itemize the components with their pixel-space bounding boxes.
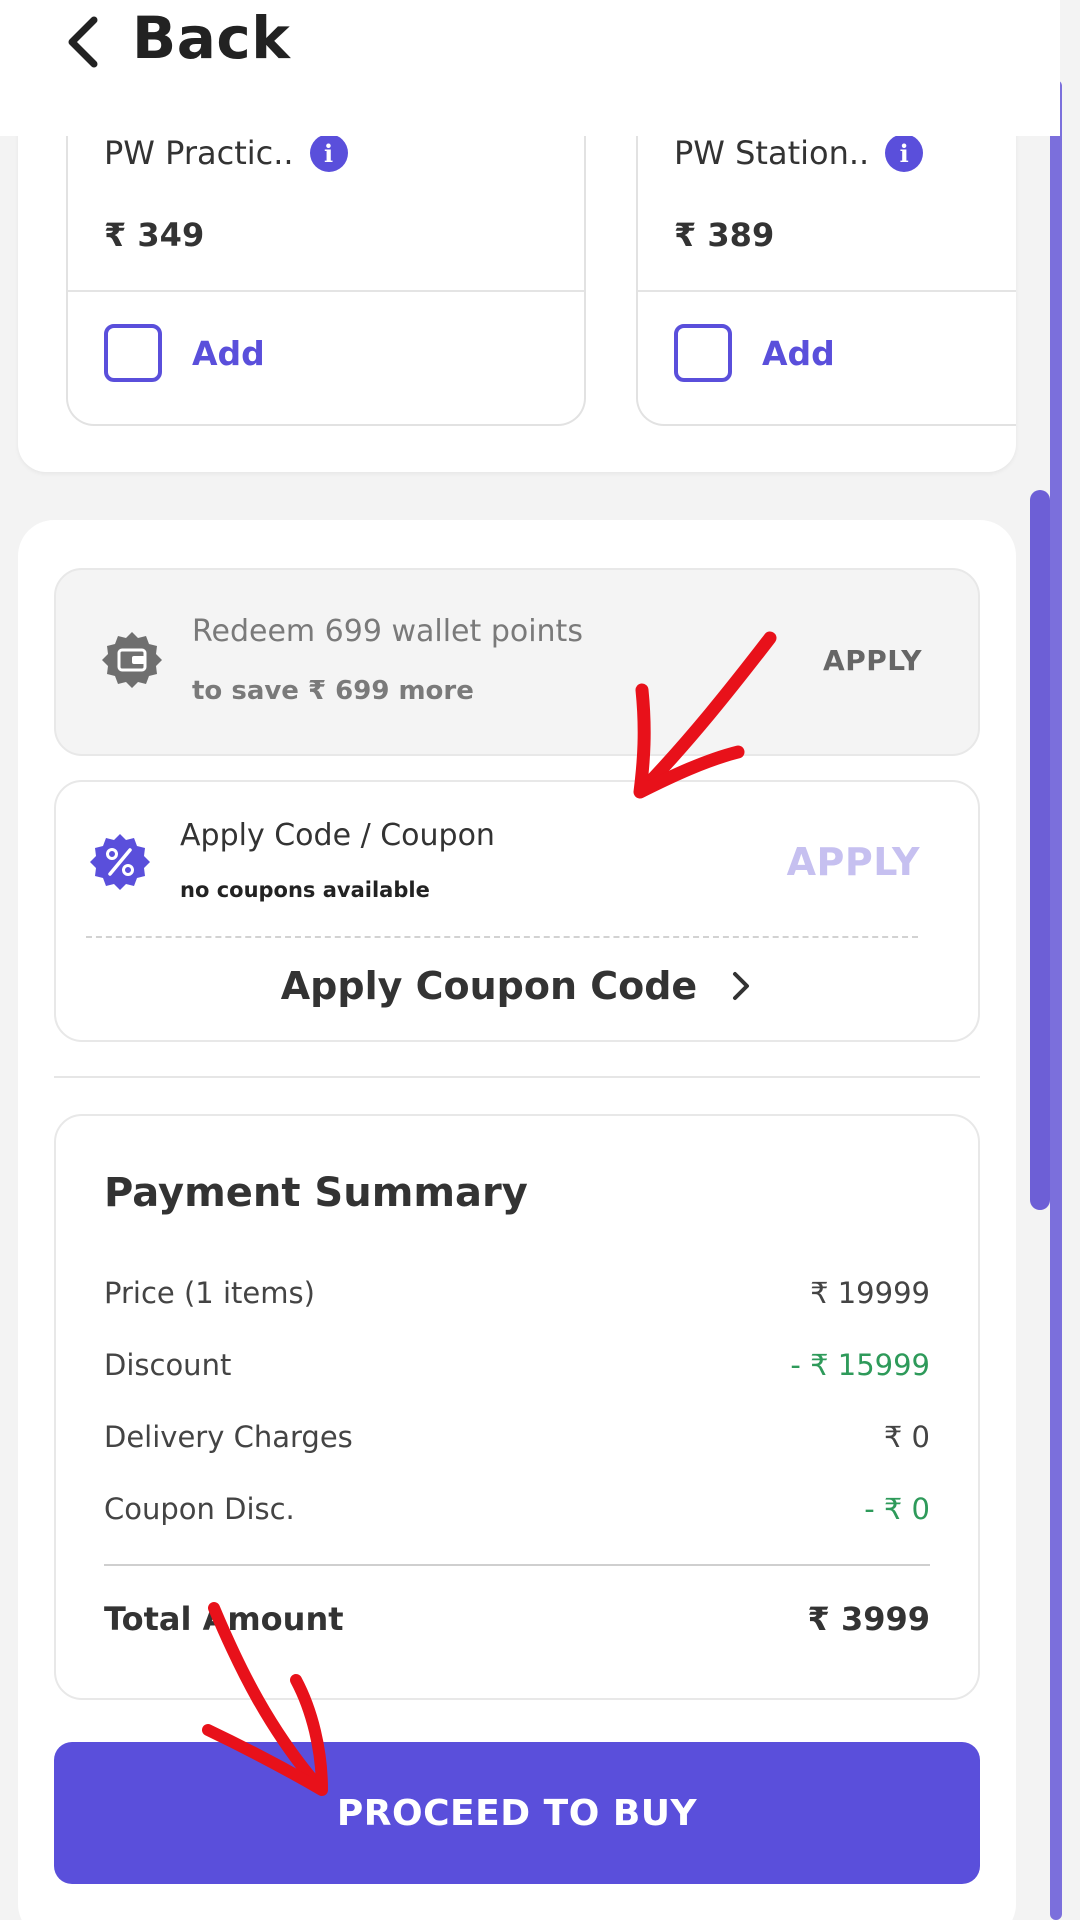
wallet-savings-text: to save ₹ 699 more [192, 676, 474, 706]
summary-row-coupon-discount: Coupon Disc. - ₹ 0 [104, 1492, 930, 1526]
dashed-divider [86, 936, 918, 938]
summary-total-row: Total Amount ₹ 3999 [104, 1600, 930, 1638]
addon-price: ₹ 349 [104, 216, 205, 254]
coupon-apply-button[interactable]: APPLY [787, 840, 920, 884]
addon-card: PW Station.. i ₹ 389 Add [636, 100, 1016, 426]
percent-badge-icon [90, 834, 150, 890]
summary-row-delivery: Delivery Charges ₹ 0 [104, 1420, 930, 1454]
summary-row-discount: Discount - ₹ 15999 [104, 1348, 930, 1382]
addon-add-toggle[interactable]: Add [104, 324, 265, 382]
addon-title-text: PW Practic.. [104, 134, 294, 172]
back-button[interactable]: Back [132, 4, 290, 72]
row-label: Delivery Charges [104, 1420, 353, 1454]
row-value: - ₹ 0 [864, 1492, 930, 1526]
coupon-box: Apply Code / Coupon no coupons available… [54, 780, 980, 1042]
chevron-right-icon [733, 972, 750, 1000]
total-label: Total Amount [104, 1600, 344, 1638]
top-bar: Back [0, 0, 1060, 136]
coupon-subtitle: no coupons available [180, 878, 430, 902]
scrollbar-track[interactable] [1050, 80, 1062, 1920]
coupon-title: Apply Code / Coupon [180, 818, 495, 853]
addon-price: ₹ 389 [674, 216, 775, 254]
addon-title-text: PW Station.. [674, 134, 870, 172]
addon-title: PW Station.. i [674, 134, 924, 172]
addon-checkbox[interactable] [104, 324, 162, 382]
scrollbar-thumb[interactable] [1030, 490, 1050, 1210]
summary-title: Payment Summary [104, 1170, 528, 1216]
wallet-apply-button[interactable]: APPLY [823, 644, 922, 677]
wallet-badge-icon [102, 632, 162, 688]
addon-add-toggle[interactable]: Add [674, 324, 835, 382]
add-label[interactable]: Add [192, 334, 265, 373]
row-value: - ₹ 15999 [790, 1348, 930, 1382]
wallet-redeem-box: Redeem 699 wallet points to save ₹ 699 m… [54, 568, 980, 756]
addon-checkbox[interactable] [674, 324, 732, 382]
apply-coupon-code-label[interactable]: Apply Coupon Code [281, 964, 697, 1008]
addon-card: PW Practic.. i ₹ 349 Add [66, 100, 586, 426]
divider [54, 1076, 980, 1078]
row-label: Coupon Disc. [104, 1492, 295, 1526]
proceed-to-buy-button[interactable]: PROCEED TO BUY [54, 1742, 980, 1884]
summary-row-price: Price (1 items) ₹ 19999 [104, 1276, 930, 1310]
proceed-to-buy-label[interactable]: PROCEED TO BUY [337, 1793, 697, 1834]
divider [104, 1564, 930, 1566]
row-value: ₹ 0 [883, 1420, 930, 1454]
row-label: Discount [104, 1348, 232, 1382]
back-arrow-icon[interactable] [60, 12, 106, 72]
wallet-points-text: Redeem 699 wallet points [192, 614, 583, 649]
row-label: Price (1 items) [104, 1276, 315, 1310]
checkout-screen: Back PW Practic.. i ₹ 349 Add PW Station… [0, 0, 1080, 1920]
divider [68, 290, 584, 292]
apply-coupon-code-link[interactable]: Apply Coupon Code [56, 964, 978, 1008]
payment-summary: Payment Summary Price (1 items) ₹ 19999 … [54, 1114, 980, 1700]
addon-title: PW Practic.. i [104, 134, 348, 172]
total-value: ₹ 3999 [807, 1600, 930, 1638]
info-icon[interactable]: i [885, 134, 924, 172]
row-value: ₹ 19999 [810, 1276, 930, 1310]
add-label[interactable]: Add [762, 334, 835, 373]
divider [638, 290, 1016, 292]
info-icon[interactable]: i [309, 134, 348, 172]
